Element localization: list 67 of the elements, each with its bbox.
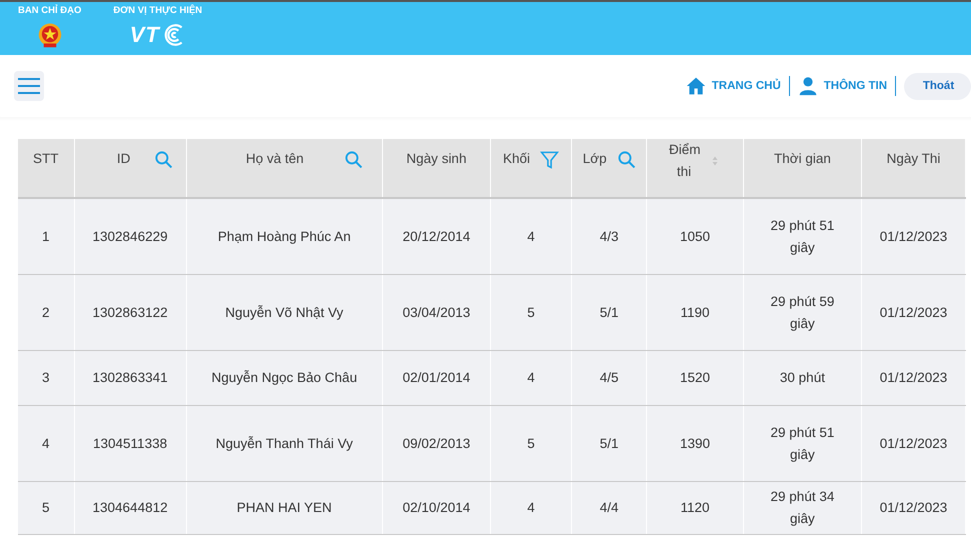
- column-header: Ngày sinh: [406, 150, 466, 168]
- logout-button[interactable]: Thoát: [904, 72, 971, 100]
- table-cell-text: 1304511338: [93, 434, 168, 452]
- home-icon: [686, 76, 706, 96]
- table-cell-text: 1390: [680, 434, 710, 452]
- table-cell-text: 4/5: [600, 369, 619, 387]
- table-cell-text: 29 phút 51 giây: [770, 424, 836, 464]
- table-cell-text: Phạm Hoàng Phúc An: [218, 228, 351, 246]
- table-cell-text: 30 phút: [778, 369, 826, 387]
- user-icon: [798, 76, 818, 96]
- table-cell-text: 3: [42, 369, 50, 387]
- column-header: Ngày Thi: [886, 150, 940, 168]
- nav-link[interactable]: TRANG CHỦ: [686, 76, 781, 96]
- search-icon[interactable]: [154, 150, 174, 168]
- table-cell-text: 1120: [680, 499, 710, 517]
- table-cell-text: 1520: [680, 369, 710, 387]
- column-header: Họ và tên: [246, 150, 304, 168]
- table-cell-text: 5: [527, 304, 535, 322]
- table-cell-text: 01/12/2023: [880, 228, 948, 246]
- logo-text: VT: [130, 22, 160, 48]
- table-cell-text: 4/3: [600, 228, 619, 246]
- table-cell-text: 4: [42, 434, 50, 452]
- table-cell-text: 1302846229: [92, 228, 168, 246]
- table-cell-text: 4: [527, 499, 535, 517]
- table-cell-text: 20/12/2014: [402, 228, 470, 246]
- table-cell-text: 1302863122: [92, 304, 168, 322]
- column-header: STT: [33, 150, 59, 168]
- table-cell-text: 09/02/2013: [402, 434, 470, 452]
- table-cell-text: 5/1: [600, 304, 619, 322]
- table-cell-text: 5: [527, 434, 535, 452]
- table-cell-text: Nguyễn Võ Nhật Vy: [225, 304, 344, 322]
- filter-icon[interactable]: [540, 150, 560, 168]
- table-cell-text: 1304644812: [92, 499, 168, 517]
- table-cell-text: 02/10/2014: [402, 499, 470, 517]
- table-cell-text: 1: [42, 228, 50, 246]
- table-cell-text: 02/01/2014: [402, 369, 470, 387]
- table-cell-text: 29 phút 59 giây: [770, 292, 836, 333]
- table-cell-text: 03/04/2013: [402, 304, 470, 322]
- table-cell-text: 29 phút 51 giây: [770, 216, 836, 257]
- table-cell-text: 01/12/2023: [880, 434, 948, 452]
- column-header: Thời gian: [774, 150, 831, 168]
- table-cell-text: 4: [527, 228, 535, 246]
- table-cell-text: 5/1: [600, 434, 619, 452]
- table-cell-text: Nguyễn Ngọc Bảo Châu: [211, 369, 358, 387]
- column-header: Lớp: [582, 150, 607, 168]
- table-cell-text: 1302863341: [92, 369, 168, 387]
- table-cell-text: Nguyễn Thanh Thái Vy: [216, 434, 353, 453]
- table-cell-text: 5: [42, 499, 50, 517]
- table-cell-text: 1190: [680, 304, 710, 322]
- table-cell-text: 01/12/2023: [880, 369, 948, 387]
- table-cell-text: 4: [527, 369, 535, 387]
- column-header: ID: [116, 150, 130, 168]
- menu-button[interactable]: [14, 71, 44, 101]
- table-cell-text: 01/12/2023: [880, 304, 948, 322]
- table-cell-text: 4/4: [600, 499, 619, 517]
- search-icon[interactable]: [344, 150, 363, 168]
- table-cell-text: 1050: [680, 228, 710, 246]
- search-icon[interactable]: [616, 150, 636, 168]
- table-cell-text: 01/12/2023: [880, 499, 948, 517]
- header-label: BAN CHỈ ĐẠO: [18, 5, 82, 16]
- header-label: ĐƠN VỊ THỰC HIỆN: [113, 5, 202, 16]
- column-header: Khối: [503, 150, 530, 168]
- table-cell-text: PHAN HAI YEN: [236, 499, 332, 517]
- table-cell-text: 2: [42, 304, 50, 322]
- column-header: Điểm thi: [669, 141, 699, 181]
- table-cell-text: 29 phút 34 giây: [770, 488, 836, 528]
- nav-link[interactable]: THÔNG TIN: [798, 76, 887, 96]
